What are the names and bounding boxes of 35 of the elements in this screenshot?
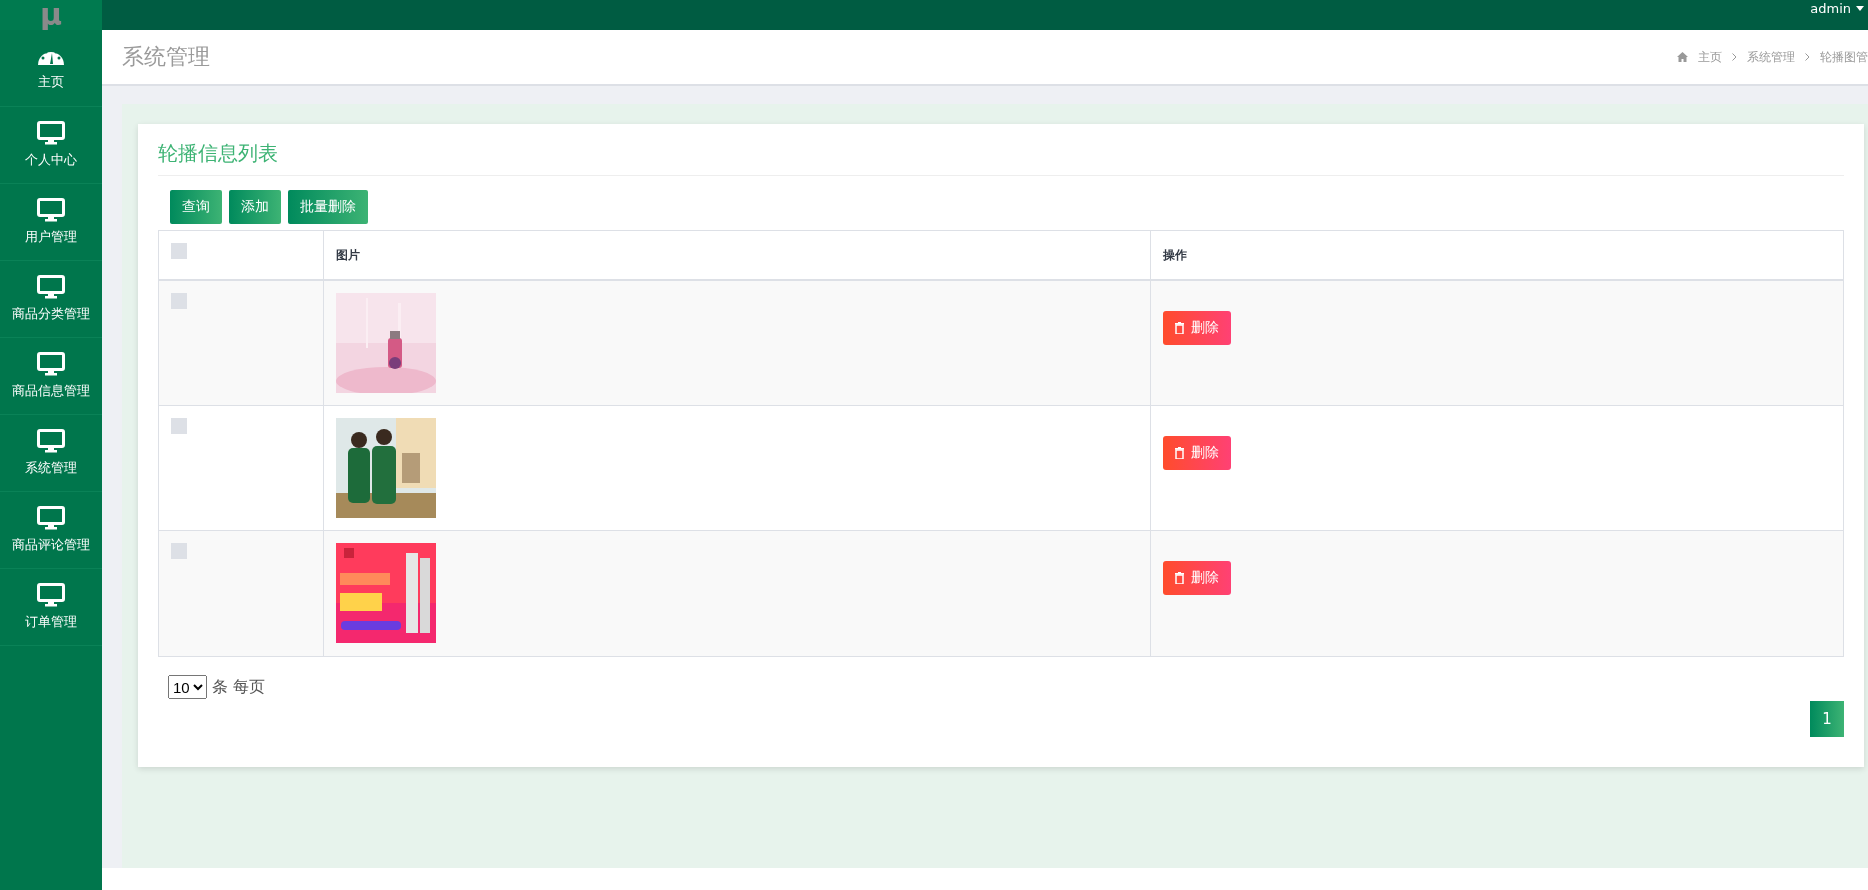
card-title: 轮播信息列表 xyxy=(158,140,1844,176)
trash-icon xyxy=(1175,322,1184,334)
checkbox[interactable] xyxy=(171,293,187,309)
column-header: 图片 xyxy=(336,246,360,264)
checkbox[interactable] xyxy=(171,543,187,559)
checkbox[interactable] xyxy=(171,418,187,434)
chevron-icon xyxy=(1805,53,1810,61)
breadcrumb-item[interactable]: 轮播图管 xyxy=(1820,48,1868,66)
page-title: 系统管理 xyxy=(122,43,210,71)
user-menu[interactable]: admin xyxy=(1810,1,1868,16)
monitor-icon xyxy=(37,352,65,376)
page-size-select[interactable]: 10 xyxy=(168,675,207,699)
caret-icon xyxy=(1856,6,1864,11)
trash-icon xyxy=(1175,447,1184,459)
delete-button[interactable]: 删除 xyxy=(1163,561,1231,595)
chevron-icon xyxy=(1732,53,1737,61)
home-icon xyxy=(1677,52,1688,62)
monitor-icon xyxy=(37,583,65,607)
toolbar-button[interactable]: 批量删除 xyxy=(288,190,368,224)
monitor-icon xyxy=(37,198,65,222)
monitor-icon xyxy=(37,506,65,530)
column-header: 操作 xyxy=(1163,246,1187,264)
page-size-label: 条 每页 xyxy=(212,676,266,698)
toolbar-button[interactable]: 查询 xyxy=(170,190,222,224)
monitor-icon xyxy=(37,121,65,145)
page-button[interactable]: 1 xyxy=(1810,701,1844,737)
delete-button[interactable]: 删除 xyxy=(1163,436,1231,470)
delete-button[interactable]: 删除 xyxy=(1163,311,1231,345)
checkbox[interactable] xyxy=(171,243,187,259)
monitor-icon xyxy=(37,429,65,453)
breadcrumb-item[interactable]: 主页 xyxy=(1698,48,1722,66)
breadcrumb-item[interactable]: 系统管理 xyxy=(1747,48,1795,66)
monitor-icon xyxy=(37,275,65,299)
trash-icon xyxy=(1175,572,1184,584)
toolbar-button[interactable]: 添加 xyxy=(229,190,281,224)
